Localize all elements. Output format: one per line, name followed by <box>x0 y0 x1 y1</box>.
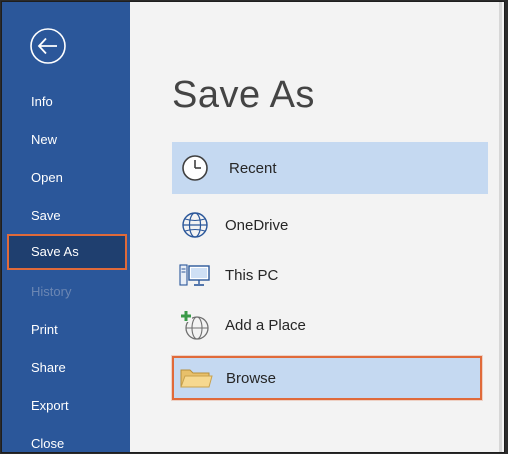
location-label: OneDrive <box>225 216 289 234</box>
location-label: This PC <box>225 266 279 284</box>
save-as-pane: Save As Recent OneDrive This PC Add a Pl… <box>130 2 502 452</box>
sidebar-item-save-as-label: Save As <box>31 244 79 259</box>
sidebar-item-info[interactable]: Info <box>2 84 130 120</box>
sidebar-item-history: History <box>31 284 72 299</box>
location-recent[interactable]: Recent <box>172 142 488 194</box>
sidebar-item-share[interactable]: Share <box>2 350 130 386</box>
location-label: Add a Place <box>225 316 306 334</box>
back-arrow-icon <box>30 28 66 64</box>
sidebar-item-export[interactable]: Export <box>2 388 130 424</box>
sidebar-item-open[interactable]: Open <box>2 160 130 196</box>
sidebar-item-print[interactable]: Print <box>2 312 130 348</box>
clock-icon <box>177 150 213 186</box>
sidebar-item-save-as[interactable]: Save As <box>7 234 127 270</box>
sidebar-item-new[interactable]: New <box>2 122 130 158</box>
location-label: Recent <box>229 159 277 177</box>
globe-icon <box>177 207 213 243</box>
location-add-a-place[interactable]: Add a Place <box>172 300 488 350</box>
computer-icon <box>177 257 213 293</box>
sidebar-item-save[interactable]: Save <box>2 198 130 234</box>
pane-right-border <box>499 2 502 452</box>
backstage-sidebar: Info New Open Save Save As History Print… <box>2 2 130 452</box>
location-label: Browse <box>226 369 277 387</box>
add-place-icon <box>177 307 213 343</box>
backstage-window: Info New Open Save Save As History Print… <box>2 2 504 452</box>
location-onedrive[interactable]: OneDrive <box>172 200 488 250</box>
back-button[interactable] <box>29 27 67 65</box>
location-browse[interactable]: Browse <box>172 356 482 400</box>
location-this-pc[interactable]: This PC <box>172 250 488 300</box>
page-title: Save As <box>172 74 315 116</box>
folder-icon <box>178 360 214 396</box>
sidebar-item-close[interactable]: Close <box>2 426 130 452</box>
